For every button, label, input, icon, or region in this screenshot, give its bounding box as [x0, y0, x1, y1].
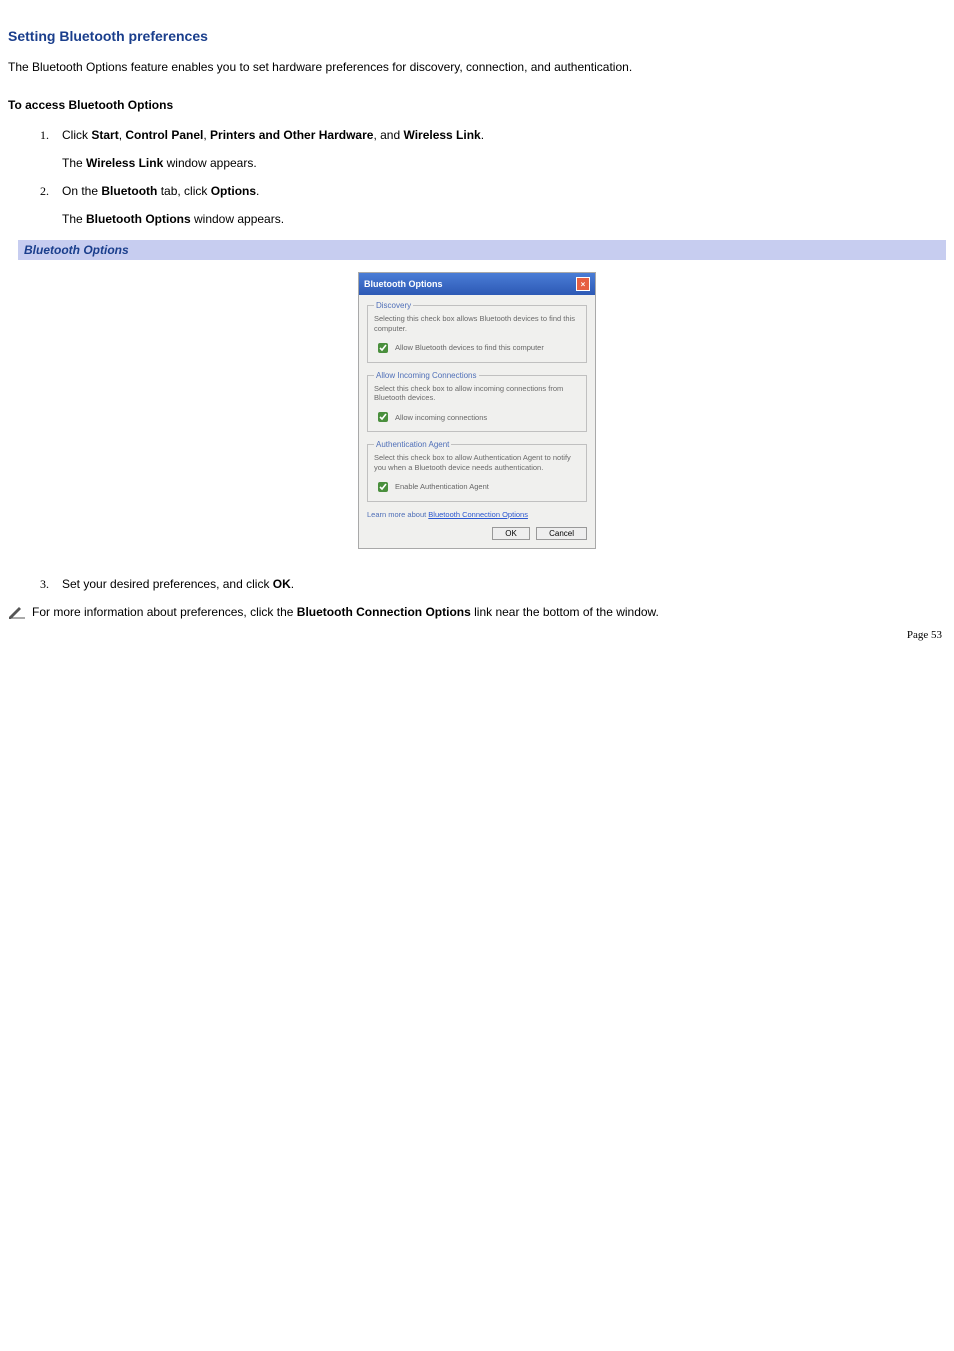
auth-checkbox[interactable]	[378, 482, 388, 492]
step-1-marker: 1.	[40, 128, 49, 143]
incoming-fieldset: Allow Incoming Connections Select this c…	[367, 371, 587, 433]
bluetooth-options-dialog: Bluetooth Options × Discovery Selecting …	[358, 272, 596, 549]
discovery-description: Selecting this check box allows Bluetoot…	[374, 314, 580, 334]
discovery-checkbox[interactable]	[378, 343, 388, 353]
step-1: 1. Click Start, Control Panel, Printers …	[40, 128, 946, 170]
dialog-titlebar: Bluetooth Options ×	[359, 273, 595, 295]
note-text: For more information about preferences, …	[32, 605, 659, 619]
discovery-legend: Discovery	[374, 301, 413, 310]
step-2-result: The Bluetooth Options window appears.	[62, 212, 946, 226]
incoming-legend: Allow Incoming Connections	[374, 371, 479, 380]
dialog-title-text: Bluetooth Options	[364, 279, 443, 289]
incoming-description: Select this check box to allow incoming …	[374, 384, 580, 404]
auth-description: Select this check box to allow Authentic…	[374, 453, 580, 473]
auth-legend: Authentication Agent	[374, 440, 451, 449]
cancel-button[interactable]: Cancel	[536, 527, 587, 540]
discovery-fieldset: Discovery Selecting this check box allow…	[367, 301, 587, 363]
incoming-checkbox-label: Allow incoming connections	[395, 413, 487, 422]
incoming-checkbox[interactable]	[378, 412, 388, 422]
step-2: 2. On the Bluetooth tab, click Options. …	[40, 184, 946, 226]
learn-more-text: Learn more about Bluetooth Connection Op…	[367, 510, 587, 519]
discovery-checkbox-label: Allow Bluetooth devices to find this com…	[395, 343, 544, 352]
auth-checkbox-label: Enable Authentication Agent	[395, 482, 489, 491]
close-icon[interactable]: ×	[576, 277, 590, 291]
step-3-marker: 3.	[40, 577, 49, 592]
intro-paragraph: The Bluetooth Options feature enables yo…	[8, 60, 946, 74]
ok-button[interactable]: OK	[492, 527, 530, 540]
page-number: Page 53	[907, 629, 942, 641]
step-1-result: The Wireless Link window appears.	[62, 156, 946, 170]
page-title: Setting Bluetooth preferences	[8, 28, 946, 44]
figure-caption: Bluetooth Options	[18, 240, 946, 260]
auth-fieldset: Authentication Agent Select this check b…	[367, 440, 587, 502]
step-3-text: Set your desired preferences, and click …	[62, 577, 946, 591]
bluetooth-connection-options-link[interactable]: Bluetooth Connection Options	[428, 510, 528, 519]
section-subheading: To access Bluetooth Options	[8, 98, 946, 112]
step-3: 3. Set your desired preferences, and cli…	[40, 577, 946, 591]
pencil-note-icon	[8, 605, 26, 619]
step-2-text: On the Bluetooth tab, click Options.	[62, 184, 946, 198]
step-2-marker: 2.	[40, 184, 49, 199]
step-1-text: Click Start, Control Panel, Printers and…	[62, 128, 946, 142]
note-block: For more information about preferences, …	[8, 605, 946, 619]
